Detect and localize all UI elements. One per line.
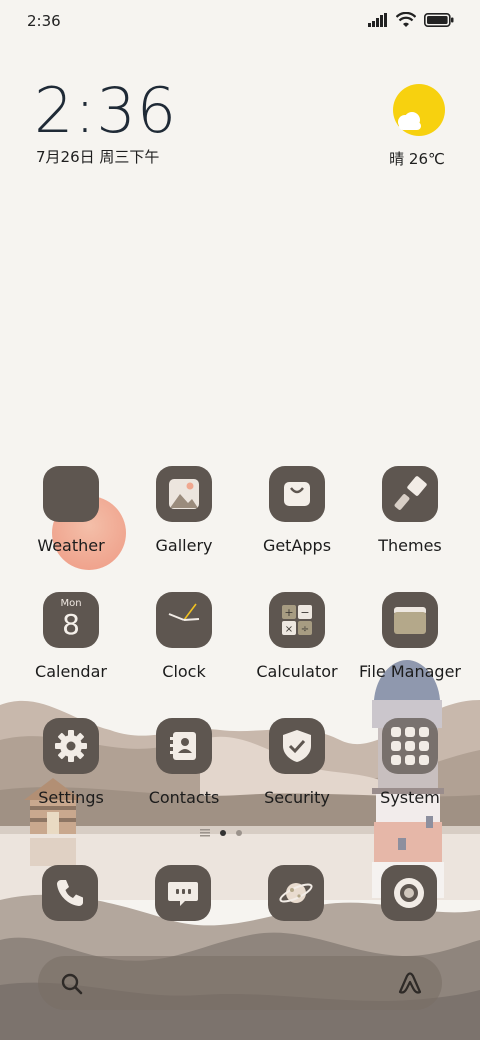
- calendar-date: 8: [62, 608, 80, 641]
- svg-text:×: ×: [285, 624, 293, 635]
- app-label: File Manager: [359, 662, 461, 681]
- status-icons: [368, 12, 454, 28]
- app-label: GetApps: [262, 536, 332, 555]
- messages-icon: [168, 882, 198, 906]
- status-time: 2:36: [27, 12, 61, 30]
- app-label: Gallery: [155, 536, 213, 555]
- app-label: System: [380, 788, 440, 807]
- page-indicator[interactable]: [200, 829, 242, 837]
- wifi-icon: [396, 12, 416, 27]
- assistant-icon[interactable]: [396, 970, 424, 996]
- shield-icon: [269, 718, 325, 774]
- app-label: Contacts: [148, 788, 220, 807]
- dock-browser[interactable]: [268, 865, 324, 921]
- app-calculator[interactable]: + − × ÷ Calculator: [240, 592, 354, 681]
- calculator-icon: + − × ÷: [269, 592, 325, 648]
- signal-icon: [368, 13, 387, 27]
- page-dot-active: [220, 830, 226, 836]
- svg-text:+: +: [284, 606, 293, 619]
- folder-icon: [382, 592, 438, 648]
- app-contacts[interactable]: Contacts: [127, 718, 241, 807]
- dock-phone[interactable]: [42, 865, 98, 921]
- contacts-book-icon: [156, 718, 212, 774]
- app-themes[interactable]: Themes: [353, 466, 467, 555]
- folder-grid-icon: [382, 718, 438, 774]
- app-system-folder[interactable]: System: [353, 718, 467, 807]
- weather-app-icon: [43, 466, 99, 522]
- app-security[interactable]: Security: [240, 718, 354, 807]
- dock-camera[interactable]: [381, 865, 437, 921]
- app-file-manager[interactable]: File Manager: [353, 592, 467, 681]
- list-icon: [200, 829, 210, 837]
- clock-widget-date[interactable]: 7月26日 周三下午: [36, 146, 159, 167]
- app-calendar[interactable]: Mon 8 Calendar: [14, 592, 128, 681]
- search-icon: [61, 973, 83, 995]
- app-settings[interactable]: Settings: [14, 718, 128, 807]
- weather-widget[interactable]: 晴 26℃: [380, 84, 454, 169]
- battery-icon: [424, 13, 454, 27]
- app-label: Security: [264, 788, 330, 807]
- weather-temp: 晴 26℃: [389, 150, 445, 168]
- page-dot: [236, 830, 242, 836]
- search-bar[interactable]: [38, 956, 442, 1010]
- phone-icon: [57, 880, 83, 906]
- app-getapps[interactable]: GetApps: [240, 466, 354, 555]
- svg-text:−: −: [300, 606, 309, 619]
- app-label: Clock: [162, 662, 206, 681]
- shopping-bag-icon: [269, 466, 325, 522]
- calendar-icon: Mon 8: [43, 592, 99, 648]
- app-label: Themes: [378, 536, 442, 555]
- app-clock[interactable]: Clock: [127, 592, 241, 681]
- browser-planet-icon: [279, 883, 313, 903]
- app-gallery[interactable]: Gallery: [127, 466, 241, 555]
- paintbrush-icon: [382, 466, 438, 522]
- sun-cloud-icon: [393, 84, 445, 136]
- gallery-icon: [156, 466, 212, 522]
- clock-icon: [156, 592, 212, 648]
- clock-widget-time[interactable]: 2:36: [34, 74, 177, 147]
- gear-icon: [43, 718, 99, 774]
- app-label: Calendar: [35, 662, 107, 681]
- svg-text:÷: ÷: [301, 624, 309, 635]
- camera-icon: [394, 878, 424, 908]
- app-weather[interactable]: Weather: [14, 466, 128, 570]
- app-label: Weather: [37, 536, 105, 555]
- dock-messages[interactable]: [155, 865, 211, 921]
- app-label: Settings: [38, 788, 104, 807]
- status-bar: 2:36: [0, 0, 480, 44]
- app-label: Calculator: [256, 662, 338, 681]
